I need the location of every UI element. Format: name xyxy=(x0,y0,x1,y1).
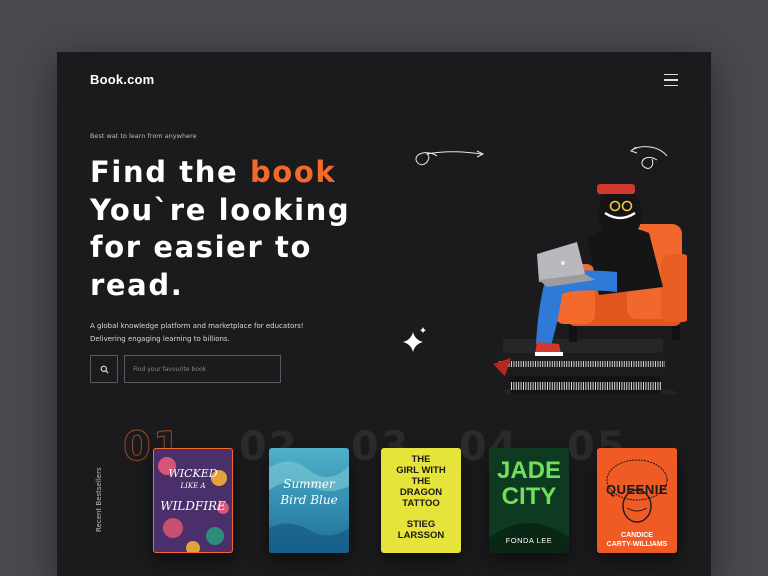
title-line: Summer xyxy=(283,477,335,491)
search-input[interactable] xyxy=(124,355,281,383)
book-slot-4: 04 JADE CITY FONDA LEE xyxy=(459,424,569,554)
sparkle-icon xyxy=(403,332,423,352)
menu-icon[interactable] xyxy=(664,74,678,86)
book-author: CANDICE CARTY-WILLIAMS xyxy=(597,532,677,549)
menu-bar xyxy=(664,84,678,86)
landing-page: Book.com Best wat to learn from anywhere… xyxy=(57,52,711,576)
title-line: TATTOO xyxy=(402,498,440,509)
book-slot-3: 03 THE GIRL WITH THE DRAGON TATTOO STIEG… xyxy=(351,424,461,554)
book-cover-summer-bird-blue[interactable]: Summer Bird Blue xyxy=(269,448,349,553)
book-title: THE GIRL WITH THE DRAGON TATTOO STIEG LA… xyxy=(381,454,461,541)
character-figure xyxy=(535,184,663,356)
title-line: Bird Blue xyxy=(280,493,338,507)
book-cover-girl-with-the-dragon-tattoo[interactable]: THE GIRL WITH THE DRAGON TATTOO STIEG LA… xyxy=(381,448,461,553)
headline-line-3: for easier to xyxy=(90,230,313,264)
book-title: WICKED LIKE A WILDFIRE xyxy=(153,466,233,514)
arrow-doodle-icon xyxy=(415,146,668,169)
headline-line-4: read. xyxy=(90,267,184,302)
book-slot-2: 02 Summer Bird Blue xyxy=(239,424,349,554)
title-line: THE xyxy=(411,454,431,465)
hero-tagline: Best wat to learn from anywhere xyxy=(90,132,197,140)
book-stack xyxy=(493,339,678,394)
hero-description: A global knowledge platform and marketpl… xyxy=(90,322,304,343)
book-slot-1: 01 WICKED LIKE A WILDFIRE xyxy=(123,424,233,554)
book-title: QUEENIE xyxy=(605,482,668,497)
author-line: CARTY-WILLIAMS xyxy=(606,540,668,548)
book-title: Summer Bird Blue xyxy=(269,476,349,508)
hero-headline: Find the book You`re looking for easier … xyxy=(90,154,430,304)
author-line: CANDICE xyxy=(621,532,653,539)
title-line: WILDFIRE xyxy=(160,499,226,513)
title-line: CITY xyxy=(501,483,557,510)
headline-line-1: Find the book xyxy=(90,154,430,192)
title-line: DRAGON xyxy=(399,487,443,498)
book-cover-jade-city[interactable]: JADE CITY FONDA LEE xyxy=(489,448,569,553)
book-cover-wicked-like-a-wildfire[interactable]: WICKED LIKE A WILDFIRE xyxy=(153,448,233,553)
recent-bestsellers-label: Recent Bestsellers xyxy=(95,467,103,532)
book-author: FONDA LEE xyxy=(505,536,553,545)
title-line: GIRL WITH xyxy=(396,465,446,476)
hero-illustration xyxy=(403,146,687,394)
title-line: WICKED xyxy=(168,467,218,480)
search-button[interactable] xyxy=(90,355,118,383)
headline-line-2: You`re looking xyxy=(90,192,351,227)
headline-accent: book xyxy=(249,155,337,189)
book-slot-5: 05 QUEENIE CANDICE CARTY-WILLIAMS xyxy=(567,424,677,554)
author-line: LARSSON xyxy=(397,530,445,541)
book-title: JADE CITY xyxy=(489,458,569,510)
menu-bar xyxy=(664,79,678,81)
search-icon xyxy=(100,365,109,374)
book-cover-queenie[interactable]: QUEENIE CANDICE CARTY-WILLIAMS xyxy=(597,448,677,553)
headline-text: Find the xyxy=(90,155,250,189)
site-logo[interactable]: Book.com xyxy=(90,72,154,87)
menu-bar xyxy=(664,74,678,76)
title-line: JADE xyxy=(496,457,562,484)
author-line: STIEG xyxy=(406,519,436,530)
title-line: THE xyxy=(411,476,431,487)
title-line: LIKE A xyxy=(180,482,206,490)
